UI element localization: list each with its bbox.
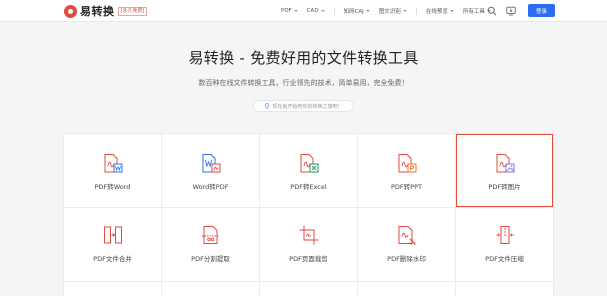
nav-item-caj[interactable]: 知网CAJ [344,7,370,15]
logo-icon [64,4,77,18]
bulb-icon [265,103,270,109]
nav-item-ocr[interactable]: 图文识别 [379,7,407,15]
nav-item-label: CAD [306,8,319,14]
tool-label: PDF文件压缩 [485,255,524,263]
tool-grid: PDF转Word Word转PDF PDF转Excel PDF转PPT PDF转… [63,133,554,296]
search-icon[interactable] [487,6,497,16]
nav-item-label: 所有工具 [462,9,485,15]
pdf-to-excel-icon [300,154,318,173]
tool-card[interactable] [456,282,553,296]
tool-label: PDF分割提取 [191,255,230,263]
remove-watermark-icon [398,226,416,245]
chevron-down-icon [402,10,407,12]
tool-label: PDF转Excel [290,183,327,191]
tool-label: PDF转PPT [391,183,422,191]
pdf-to-word-icon [104,154,122,173]
tool-card[interactable] [64,282,161,296]
pdf-to-image-icon [496,154,514,173]
logo[interactable]: 易转换 [永久免费] [64,3,148,19]
tool-card-pdf-compress[interactable]: PDF文件压缩 [456,208,553,281]
nav-item-label: PDF [281,8,292,14]
main-nav: PDF CAD 知网CAJ 图文识别 在线预览 所有工具 [281,0,500,22]
tool-card-pdf-remove-watermark[interactable]: PDF删除水印 [358,208,455,281]
tool-card-pdf-to-word[interactable]: PDF转Word [64,134,161,207]
chevron-down-icon [320,10,325,12]
tool-label: PDF转图片 [488,183,521,191]
tool-card[interactable] [162,282,259,296]
tool-card-pdf-merge[interactable]: PDF文件合并 [64,208,161,281]
tool-card-pdf-split[interactable]: PDF分割提取 [162,208,259,281]
compress-icon [495,226,514,244]
word-to-pdf-icon [202,154,220,173]
tool-label: PDF删除水印 [387,255,426,263]
page-subtitle: 数百种在线文件转换工具，行业领先的技术，简单易用，完全免费！ [198,79,409,87]
page-title: 易转换 - 免费好用的文件转换工具 [188,49,419,67]
nav-item-label: 知网CAJ [343,9,364,15]
crop-icon [299,225,318,245]
nav-item-cad[interactable]: CAD [307,8,325,14]
chevron-down-icon [365,10,370,12]
chevron-down-icon [449,10,454,12]
nav-item-label: 图文识别 [378,9,401,15]
tool-card[interactable] [260,282,357,296]
tool-label: PDF文件合并 [93,255,132,263]
hint-text: 现在就开始吧你的转换之旅吧！ [272,103,343,110]
tool-card[interactable] [358,282,455,296]
merge-icon [103,226,122,244]
nav-divider [333,7,335,15]
tool-label: Word转PDF [192,183,229,191]
nav-item-preview[interactable]: 在线预览 [426,7,454,15]
tool-label: PDF页面裁剪 [289,255,328,263]
logo-badge: [永久免费] [117,6,148,16]
login-button[interactable]: 登录 [528,4,555,17]
top-navigation-bar: 易转换 [永久免费] PDF CAD 知网CAJ 图文识别 在线预览 所有工具 [0,0,607,22]
logo-text: 易转换 [80,5,115,18]
tool-label: PDF转Word [94,183,131,191]
nav-item-pdf[interactable]: PDF [281,8,298,14]
tool-card-pdf-crop[interactable]: PDF页面裁剪 [260,208,357,281]
nav-item-label: 在线预览 [425,9,448,15]
tool-card-pdf-to-excel[interactable]: PDF转Excel [260,134,357,207]
tool-card-pdf-to-ppt[interactable]: PDF转PPT [358,134,455,207]
chevron-down-icon [293,10,298,12]
hint-pill[interactable]: 现在就开始吧你的转换之旅吧！ [253,100,354,112]
nav-divider [415,7,417,15]
pdf-to-ppt-icon [398,154,416,173]
tool-card-pdf-to-image[interactable]: PDF转图片 [456,134,553,207]
split-icon [201,226,219,244]
client-download-icon[interactable] [506,6,516,16]
tool-card-word-to-pdf[interactable]: Word转PDF [162,134,259,207]
